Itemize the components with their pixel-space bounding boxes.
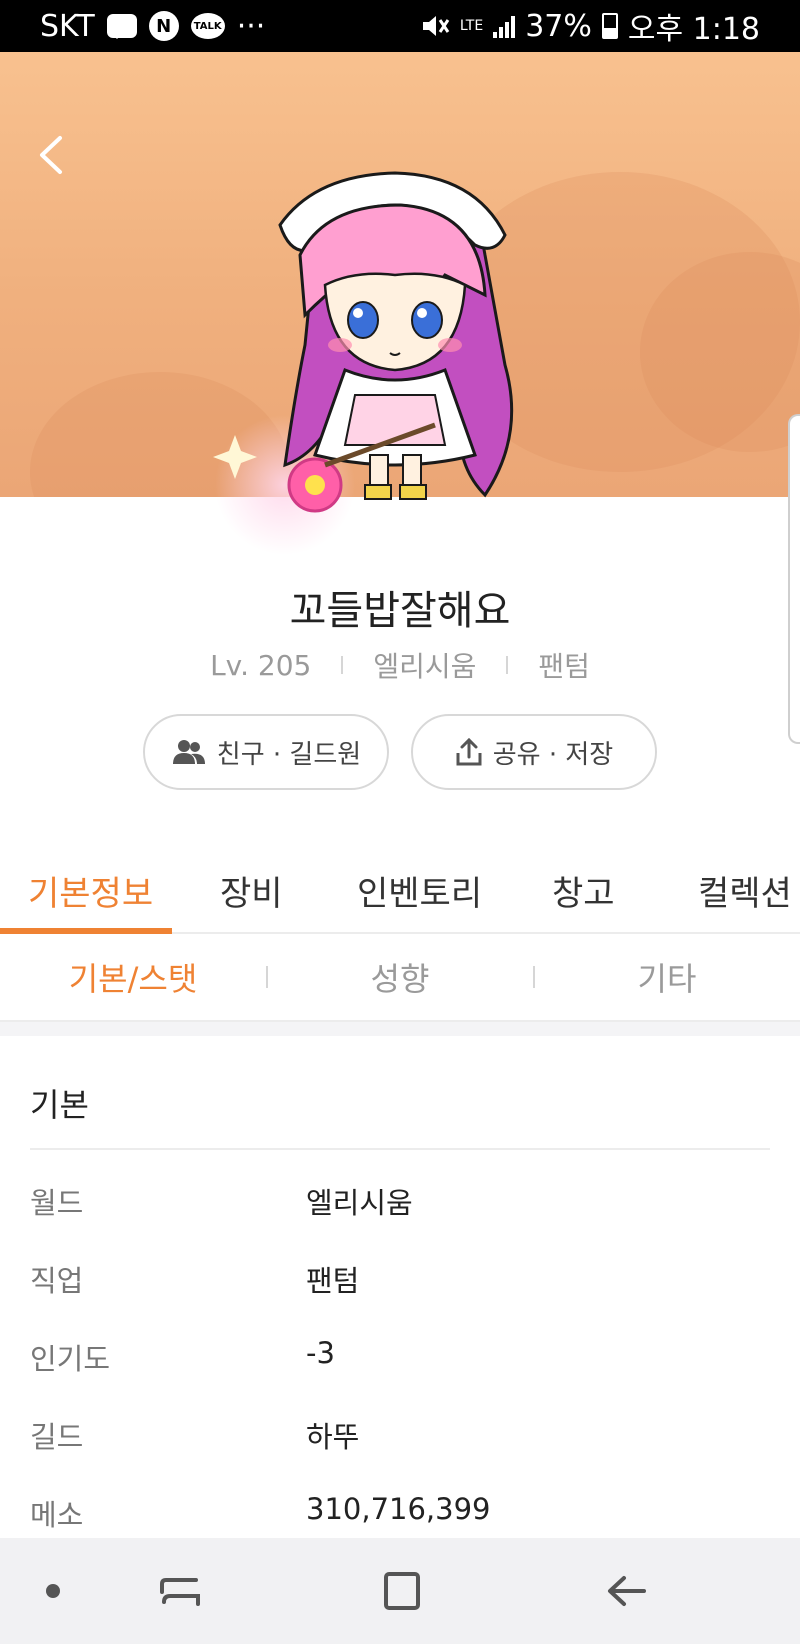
- character-job: 팬텀: [538, 650, 590, 683]
- profile-actions: 친구 · 길드원 공유 · 저장: [0, 714, 800, 790]
- info-label: 메소: [30, 1498, 84, 1532]
- character-name: 꼬들밥잘해요: [289, 588, 511, 634]
- character-meta: Lv. 205 엘리시움 팬텀: [0, 645, 800, 685]
- home-icon[interactable]: [382, 1570, 422, 1612]
- info-label: 길드: [30, 1420, 84, 1454]
- more-notifications-icon: ···: [236, 8, 266, 44]
- carrier-label: SKT: [40, 8, 95, 44]
- main-tabs: 기본정보 장비 인벤토리 창고 컬렉션: [0, 848, 800, 934]
- tab-storage[interactable]: 창고: [552, 866, 615, 915]
- info-value: -3: [306, 1336, 335, 1370]
- recent-apps-icon[interactable]: [158, 1572, 202, 1612]
- kakaotalk-icon: TALK: [190, 13, 225, 39]
- tab-collection[interactable]: 컬렉션: [698, 866, 792, 915]
- share-save-label: 공유 · 저장: [492, 739, 614, 770]
- subtab-basic-stats[interactable]: 기본/스탯: [0, 954, 266, 1000]
- character-avatar: [213, 171, 514, 555]
- tab-equipment[interactable]: 장비: [220, 866, 283, 915]
- section-title: 기본: [30, 1086, 89, 1124]
- status-bar-left: SKT N TALK ···: [40, 9, 265, 44]
- meta-divider: [506, 656, 509, 674]
- subtab-disposition[interactable]: 성향: [267, 954, 533, 1000]
- info-label: 직업: [30, 1264, 84, 1298]
- info-label: 인기도: [30, 1342, 111, 1376]
- section-divider: [30, 1148, 770, 1150]
- battery-icon: [601, 13, 618, 39]
- sub-tabs: 기본/스탯 성향 기타: [0, 934, 800, 1022]
- nav-dot-icon[interactable]: [44, 1582, 62, 1600]
- message-icon: [106, 14, 137, 39]
- share-save-button[interactable]: 공유 · 저장: [411, 714, 657, 790]
- friends-guild-label: 친구 · 길드원: [216, 739, 362, 770]
- battery-percent: 37%: [525, 8, 592, 44]
- section-gap: [0, 1022, 800, 1036]
- tab-inventory[interactable]: 인벤토리: [357, 866, 482, 915]
- info-value: 엘리시움: [306, 1186, 413, 1220]
- back-arrow-icon[interactable]: [30, 130, 74, 180]
- friends-guild-button[interactable]: 친구 · 길드원: [143, 714, 389, 790]
- share-icon: [456, 737, 482, 766]
- info-label: 월드: [30, 1186, 84, 1220]
- subtab-etc[interactable]: 기타: [534, 954, 800, 1000]
- info-value: 팬텀: [306, 1264, 360, 1298]
- status-bar: SKT N TALK ··· LTE 37% 오후 1:18: [0, 0, 800, 52]
- character-level: Lv. 205: [210, 648, 312, 682]
- system-navigation-bar: [0, 1538, 800, 1644]
- people-icon: [172, 740, 205, 764]
- info-value: 310,716,399: [306, 1492, 491, 1526]
- network-type: LTE: [459, 18, 484, 34]
- tab-basic-info[interactable]: 기본정보: [28, 866, 153, 915]
- signal-icon: [493, 14, 516, 38]
- back-nav-icon[interactable]: [604, 1568, 650, 1614]
- clock: 오후 1:18: [627, 12, 760, 47]
- status-bar-right: LTE 37% 오후 1:18: [420, 4, 760, 48]
- meta-divider: [341, 656, 344, 674]
- character-world: 엘리시움: [373, 650, 477, 683]
- naver-icon: N: [148, 11, 179, 41]
- mute-icon: [422, 16, 450, 36]
- info-value: 하뚜: [306, 1420, 360, 1454]
